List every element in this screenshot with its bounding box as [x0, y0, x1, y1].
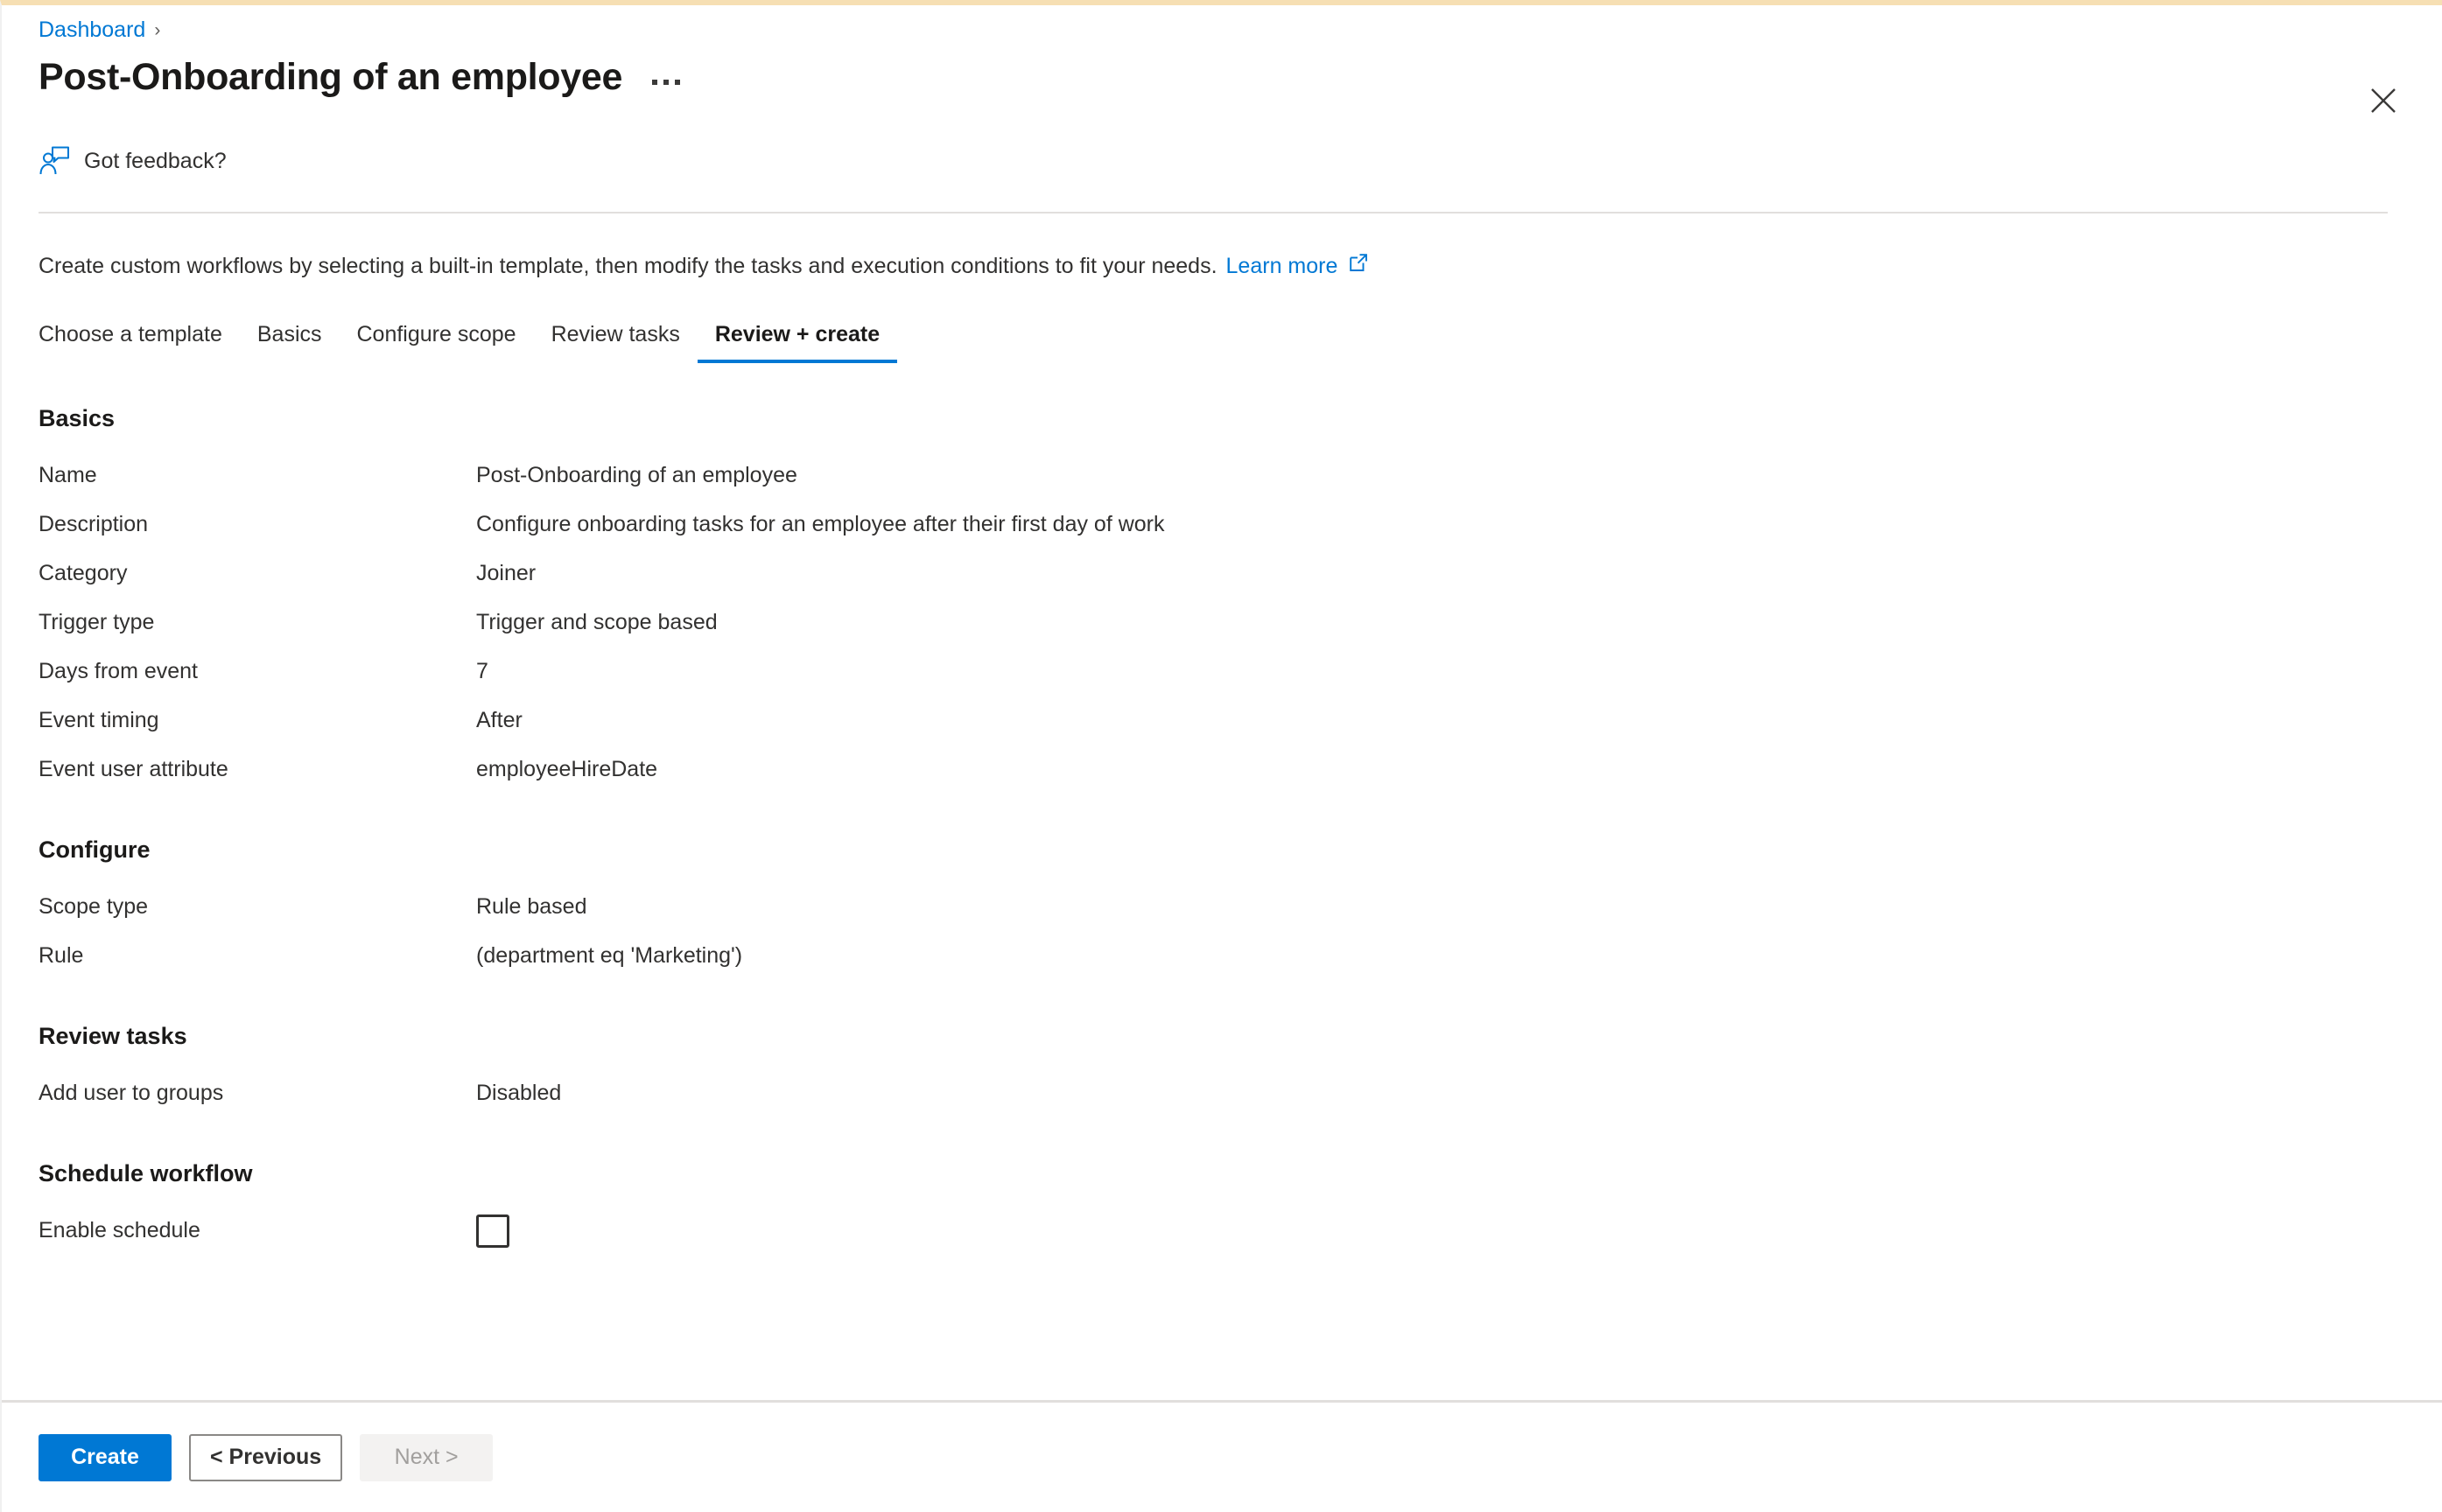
row-days-from-event-label: Days from event: [39, 658, 199, 683]
row-days-from-event: Days from event 7: [39, 648, 2389, 696]
row-trigger-type-value: Trigger and scope based: [476, 609, 718, 634]
close-icon[interactable]: [2361, 79, 2405, 122]
row-event-timing-label: Event timing: [39, 707, 159, 732]
section-heading-schedule-workflow: Schedule workflow: [39, 1159, 253, 1186]
intro-description: Create custom workflows by selecting a b…: [39, 252, 2442, 281]
breadcrumb-separator-icon: ›: [154, 19, 161, 40]
row-enable-schedule-label: Enable schedule: [39, 1217, 200, 1242]
blade-post-onboarding: Dashboard › Post-Onboarding of an employ…: [0, 0, 2442, 1512]
row-add-user-to-groups-label: Add user to groups: [39, 1080, 224, 1105]
enable-schedule-checkbox[interactable]: [476, 1214, 509, 1248]
tab-review-tasks[interactable]: Review tasks: [534, 323, 698, 363]
learn-more-link[interactable]: Learn more: [1226, 252, 1338, 281]
section-heading-configure: Configure: [39, 836, 151, 863]
next-button[interactable]: Next >: [360, 1433, 494, 1481]
section-review-tasks: Review tasks Add user to groups Disabled: [39, 1023, 2389, 1118]
create-button[interactable]: Create: [39, 1433, 172, 1481]
row-category-value: Joiner: [476, 560, 537, 585]
header-divider: [39, 212, 2388, 214]
breadcrumb-item-dashboard[interactable]: Dashboard: [39, 18, 145, 41]
breadcrumb: Dashboard ›: [39, 5, 2442, 41]
section-basics: Basics Name Post-Onboarding of an employ…: [39, 405, 2389, 794]
footer-actions: Create < Previous Next >: [2, 1403, 2442, 1512]
row-scope-type-label: Scope type: [39, 893, 149, 919]
tab-review-create[interactable]: Review + create: [697, 323, 898, 363]
row-description: Description Configure onboarding tasks f…: [39, 500, 2389, 550]
row-event-user-attribute-value: employeeHireDate: [476, 756, 658, 781]
row-add-user-to-groups: Add user to groups Disabled: [39, 1069, 2389, 1118]
section-heading-review-tasks: Review tasks: [39, 1022, 187, 1049]
row-rule: Rule (department eq 'Marketing'): [39, 932, 2389, 981]
section-heading-basics: Basics: [39, 404, 116, 431]
row-description-value: Configure onboarding tasks for an employ…: [476, 511, 1165, 536]
person-feedback-icon: [39, 146, 70, 176]
ellipsis-icon[interactable]: [647, 60, 685, 95]
blade-footer: Create < Previous Next >: [2, 1400, 2442, 1512]
got-feedback-button[interactable]: Got feedback?: [39, 142, 266, 180]
wizard-tabs: Choose a template Basics Configure scope…: [39, 312, 2442, 363]
row-rule-label: Rule: [39, 942, 84, 968]
row-category: Category Joiner: [39, 550, 2389, 598]
row-rule-value: (department eq 'Marketing'): [476, 942, 743, 968]
row-add-user-to-groups-value: Disabled: [476, 1080, 562, 1105]
previous-button[interactable]: < Previous: [189, 1433, 343, 1481]
row-name-label: Name: [39, 462, 97, 487]
tab-choose-a-template[interactable]: Choose a template: [39, 323, 240, 363]
review-summary: Basics Name Post-Onboarding of an employ…: [39, 405, 2442, 1256]
blade-header: Dashboard › Post-Onboarding of an employ…: [2, 5, 2442, 105]
intro-text: Create custom workflows by selecting a b…: [39, 254, 1217, 278]
row-description-label: Description: [39, 511, 149, 536]
section-schedule-workflow: Schedule workflow Enable schedule: [39, 1160, 2389, 1256]
row-event-timing: Event timing After: [39, 696, 2389, 746]
external-link-icon[interactable]: [1348, 252, 1369, 281]
row-trigger-type: Trigger type Trigger and scope based: [39, 598, 2389, 648]
row-event-user-attribute: Event user attribute employeeHireDate: [39, 746, 2389, 794]
row-name-value: Post-Onboarding of an employee: [476, 462, 797, 487]
row-trigger-type-label: Trigger type: [39, 609, 155, 634]
tab-configure-scope[interactable]: Configure scope: [340, 323, 534, 363]
title-row: Post-Onboarding of an employee: [39, 51, 2442, 105]
row-days-from-event-value: 7: [476, 658, 488, 683]
row-scope-type-value: Rule based: [476, 893, 587, 919]
row-enable-schedule-value: [476, 1214, 509, 1248]
row-enable-schedule: Enable schedule: [39, 1207, 2389, 1256]
row-name: Name Post-Onboarding of an employee: [39, 452, 2389, 500]
section-configure: Configure Scope type Rule based Rule (de…: [39, 836, 2389, 981]
page-title: Post-Onboarding of an employee: [39, 56, 623, 99]
tab-basics[interactable]: Basics: [240, 323, 340, 363]
got-feedback-label: Got feedback?: [84, 148, 227, 173]
row-scope-type: Scope type Rule based: [39, 883, 2389, 932]
row-event-timing-value: After: [476, 707, 523, 732]
row-event-user-attribute-label: Event user attribute: [39, 756, 228, 781]
row-category-label: Category: [39, 560, 128, 585]
